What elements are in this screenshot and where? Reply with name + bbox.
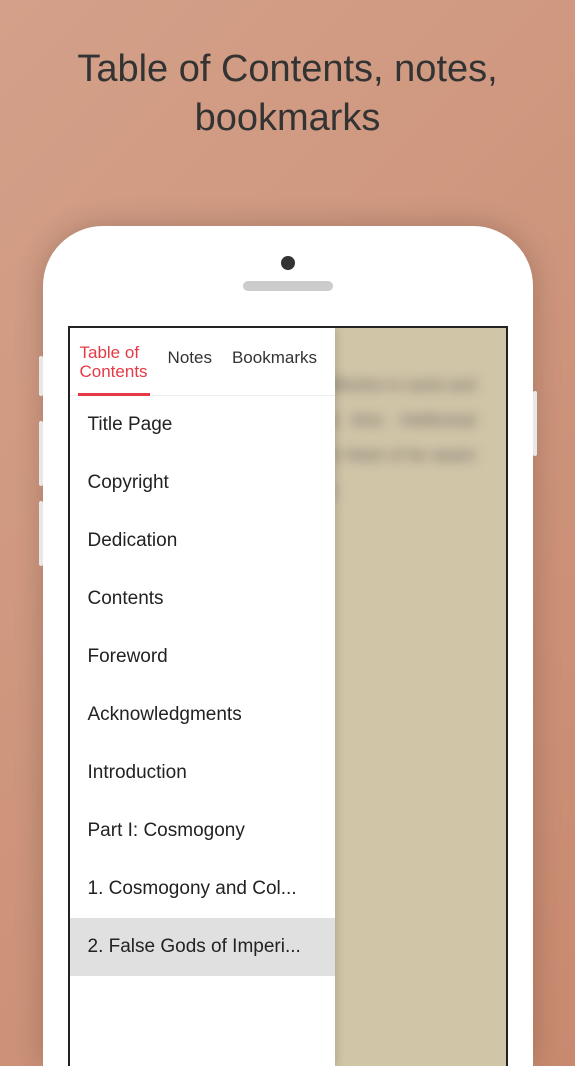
tabs-bar: Table of Contents Notes Bookmarks <box>70 328 335 396</box>
tab-bookmarks[interactable]: Bookmarks <box>222 336 327 395</box>
phone-mute-switch <box>39 356 43 396</box>
phone-frame: onrad tics, media, an collective effecti… <box>43 226 533 1066</box>
phone-speaker <box>243 281 333 291</box>
toc-item[interactable]: 2. False Gods of Imperi... <box>70 918 335 976</box>
toc-item[interactable]: Part I: Cosmogony <box>70 802 335 860</box>
phone-camera <box>281 256 295 270</box>
phone-screen: onrad tics, media, an collective effecti… <box>68 326 508 1066</box>
toc-item[interactable]: Contents <box>70 570 335 628</box>
tab-notes[interactable]: Notes <box>158 336 222 395</box>
phone-volume-up <box>39 421 43 486</box>
promo-title-line2: bookmarks <box>195 97 381 139</box>
navigation-panel: Table of Contents Notes Bookmarks Title … <box>70 328 335 1066</box>
promo-title: Table of Contents, notes, bookmarks <box>0 45 575 144</box>
toc-item[interactable]: 1. Cosmogony and Col... <box>70 860 335 918</box>
phone-volume-down <box>39 501 43 566</box>
promo-title-line1: Table of Contents, notes, <box>77 48 497 90</box>
toc-item[interactable]: Copyright <box>70 454 335 512</box>
tab-table-of-contents[interactable]: Table of Contents <box>70 336 158 395</box>
toc-list[interactable]: Title PageCopyrightDedicationContentsFor… <box>70 396 335 1066</box>
toc-item[interactable]: Acknowledgments <box>70 686 335 744</box>
toc-item[interactable]: Foreword <box>70 628 335 686</box>
toc-item[interactable]: Title Page <box>70 396 335 454</box>
toc-item[interactable]: Dedication <box>70 512 335 570</box>
phone-power-button <box>533 391 537 456</box>
toc-item[interactable]: Introduction <box>70 744 335 802</box>
